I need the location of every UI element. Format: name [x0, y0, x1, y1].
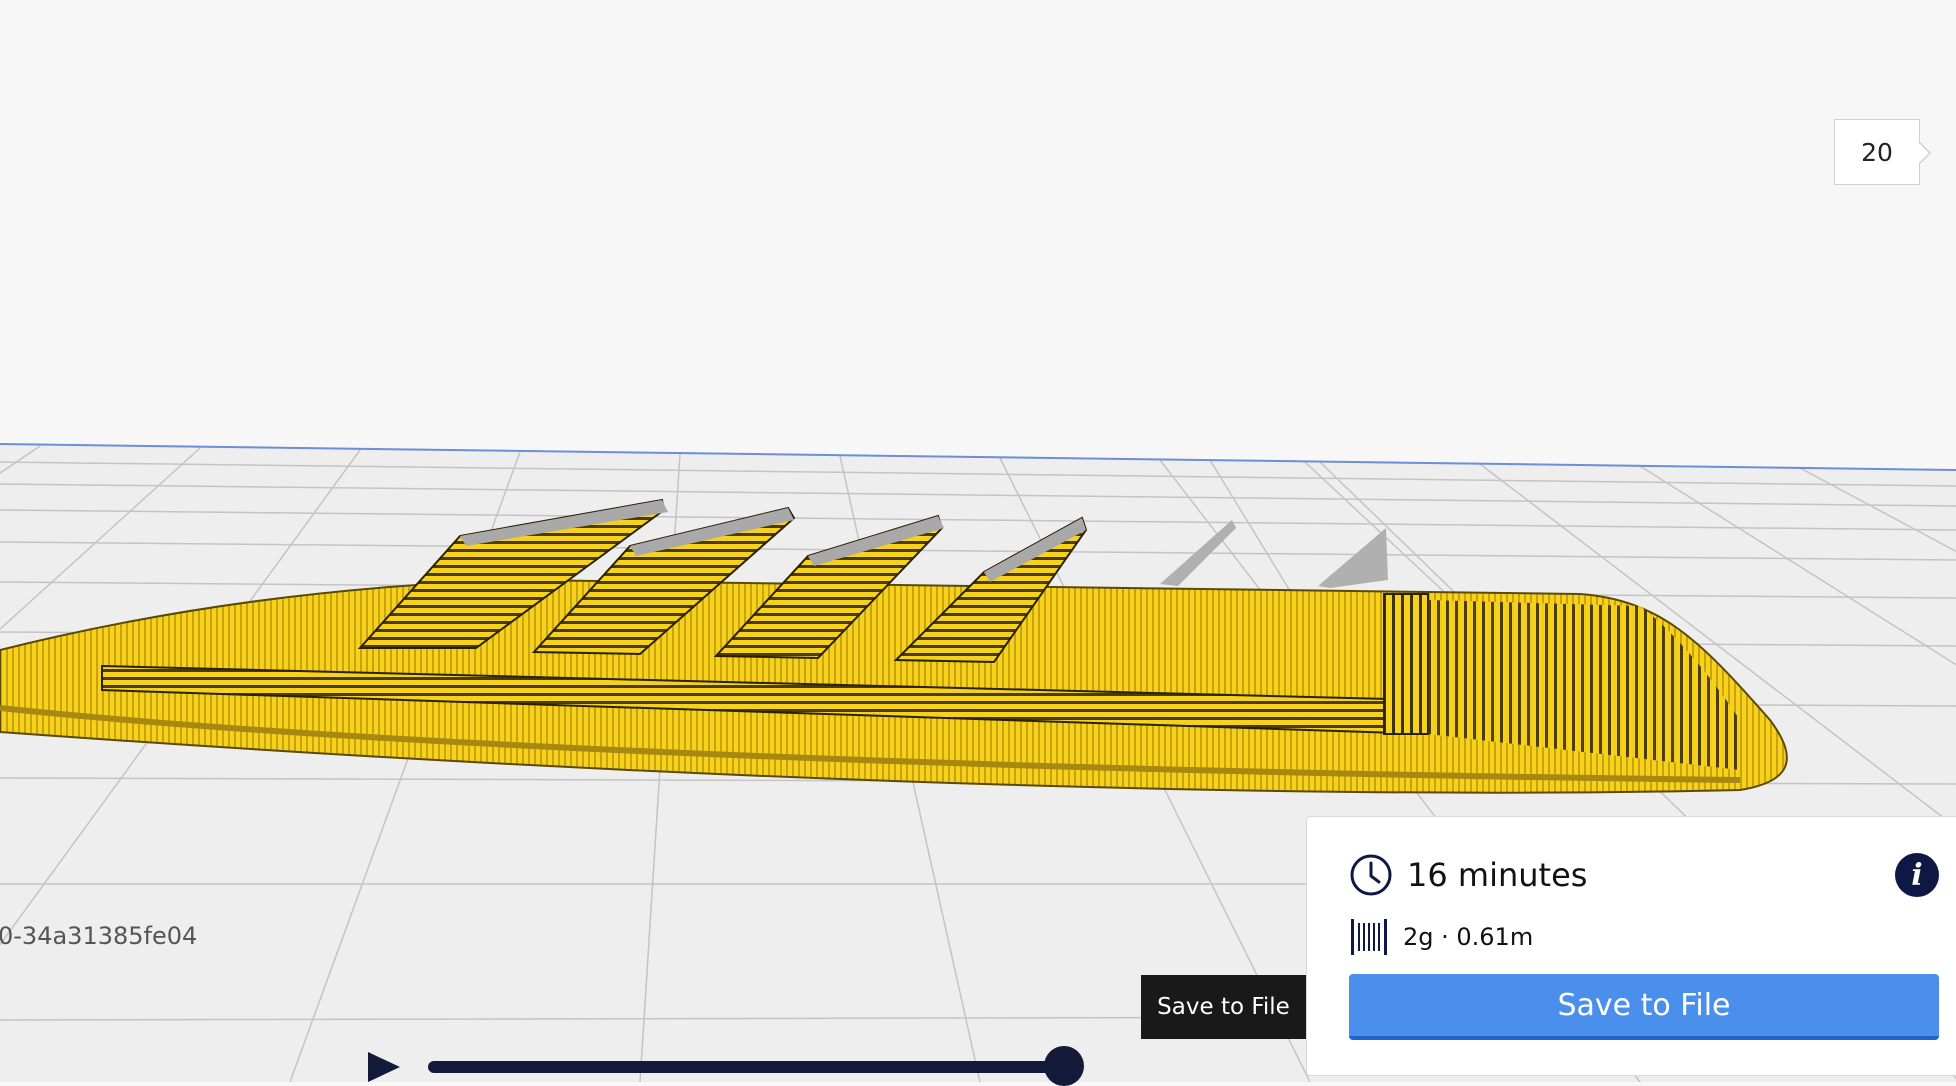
print-time-row: 16 minutes [1349, 853, 1587, 897]
material-usage-row: 2g · 0.61m [1349, 917, 1533, 957]
layer-playback-slider-handle[interactable] [1044, 1046, 1084, 1086]
layer-playback-slider-track[interactable] [428, 1061, 1064, 1073]
clock-icon [1350, 854, 1392, 896]
layer-number-badge[interactable]: 20 [1834, 119, 1931, 185]
print-time-estimate: 16 minutes [1407, 856, 1588, 894]
save-to-file-tooltip: Save to File [1141, 975, 1323, 1039]
model-name-label: 0-34a31385fe04 [0, 922, 198, 950]
material-usage: 2g · 0.61m [1403, 923, 1534, 951]
spool-icon [1351, 919, 1387, 955]
print-action-panel: 16 minutes i 2g · 0.61m Save to File [1306, 816, 1956, 1076]
save-to-file-button[interactable]: Save to File [1349, 974, 1939, 1040]
play-icon[interactable] [366, 1050, 402, 1084]
info-icon[interactable]: i [1895, 853, 1939, 897]
